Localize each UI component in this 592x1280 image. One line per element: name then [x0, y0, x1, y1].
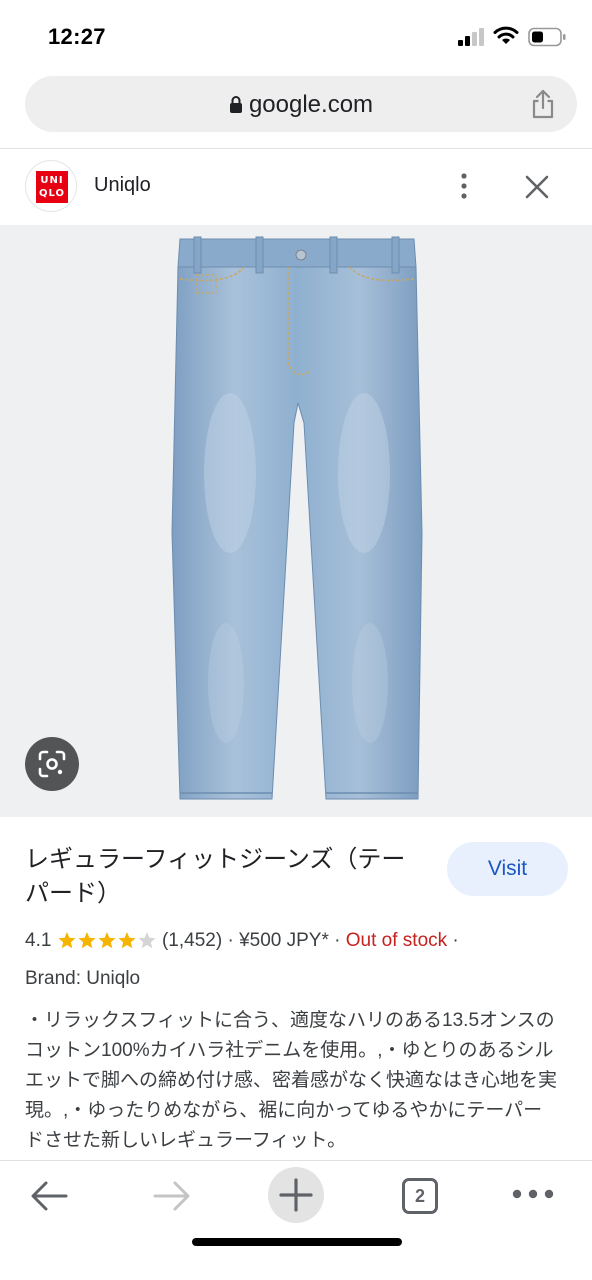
tabs-button[interactable]: 2 — [402, 1178, 438, 1214]
lens-button[interactable] — [25, 737, 79, 791]
separator-dot: · — [334, 930, 346, 951]
close-icon[interactable] — [524, 174, 550, 200]
plus-icon — [279, 1178, 313, 1212]
star-filled-icon — [118, 932, 136, 949]
status-time: 12:27 — [48, 24, 106, 49]
screen: 12:27 google.com UNI QLO Uniqlo レギュラーフィッ… — [0, 0, 592, 1280]
lens-icon — [38, 750, 66, 778]
lock-icon — [229, 96, 242, 113]
separator-dot: · — [227, 930, 240, 951]
product-image[interactable] — [0, 225, 592, 817]
product-title: レギュラーフィットジーンズ（テーパード） — [25, 846, 406, 907]
brand-line: Brand: Uniqlo — [25, 968, 141, 989]
more-vert-icon[interactable] — [452, 171, 476, 201]
url-text: google.com — [248, 91, 374, 118]
url-display: google.com — [25, 91, 577, 119]
address-bar[interactable]: google.com — [25, 76, 577, 132]
wifi-icon — [493, 26, 519, 44]
new-tab-button[interactable] — [268, 1167, 324, 1223]
source-name[interactable]: Uniqlo — [94, 174, 151, 197]
bottom-toolbar: 2 — [0, 1160, 592, 1280]
back-arrow-icon[interactable] — [30, 1179, 68, 1213]
uniqlo-logo: UNI QLO — [36, 171, 68, 203]
more-horiz-icon[interactable] — [512, 1185, 554, 1203]
jeans-image — [171, 236, 423, 800]
home-indicator[interactable] — [192, 1238, 402, 1246]
source-header: UNI QLO Uniqlo — [0, 149, 592, 225]
signal-icon — [458, 28, 484, 46]
status-bar: 12:27 — [0, 0, 592, 70]
review-count: (1,452) — [161, 930, 223, 951]
price: ¥500 JPY* — [239, 930, 329, 951]
star-filled-icon — [58, 932, 76, 949]
rating-value: 4.1 — [25, 930, 52, 951]
forward-arrow-icon[interactable] — [153, 1179, 191, 1213]
product-description: ・リラックスフィットに合う、適度なハリのある13.5オンスのコットン100%カイ… — [25, 1010, 558, 1151]
star-empty-icon — [138, 932, 156, 949]
uniqlo-favicon: UNI QLO — [25, 160, 77, 212]
availability: Out of stock — [345, 930, 448, 951]
product-meta-row: 4.1 (1,452) · ¥500 JPY* · Out of stock · — [25, 930, 459, 956]
visit-button[interactable]: Visit — [447, 842, 568, 896]
battery-icon — [528, 27, 566, 47]
share-icon[interactable] — [531, 89, 555, 119]
separator-dot: · — [452, 930, 459, 951]
star-filled-icon — [78, 932, 96, 949]
rating-stars — [58, 932, 156, 949]
star-filled-icon — [98, 932, 116, 949]
